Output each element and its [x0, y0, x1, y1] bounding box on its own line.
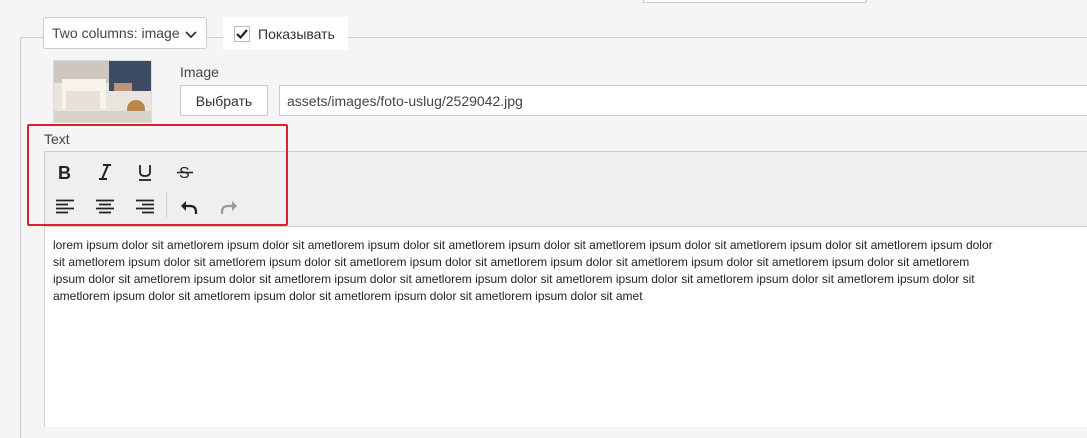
highlight-box	[27, 124, 288, 226]
layout-select[interactable]: Two columns: image	[43, 17, 207, 49]
checkmark-icon	[234, 25, 250, 42]
show-checkbox-label: Показывать	[258, 25, 335, 42]
text-editor-area[interactable]: lorem ipsum dolor sit ametlorem ipsum do…	[44, 227, 1087, 427]
editor-text-line: ipsum dolor sit ametlorem ipsum dolor si…	[53, 272, 975, 286]
image-field-label: Image	[180, 64, 219, 80]
editor-text-line: sit ametlorem ipsum dolor sit ametlorem …	[53, 255, 970, 269]
chevron-down-icon	[185, 31, 197, 39]
editor-text-line: ametlorem ipsum dolor sit ametlorem ipsu…	[53, 289, 643, 303]
image-path-input[interactable]: assets/images/foto-uslug/2529042.jpg	[279, 85, 1087, 116]
editor-text-line: lorem ipsum dolor sit ametlorem ipsum do…	[53, 238, 993, 252]
show-checkbox[interactable]	[234, 25, 250, 42]
layout-select-value: Two columns: image	[52, 25, 180, 41]
photo-preview	[54, 61, 151, 122]
top-input-field[interactable]	[643, 0, 867, 3]
image-thumbnail[interactable]	[53, 60, 152, 123]
show-toggle[interactable]: Показывать	[223, 17, 348, 50]
choose-image-button[interactable]: Выбрать	[180, 85, 268, 116]
